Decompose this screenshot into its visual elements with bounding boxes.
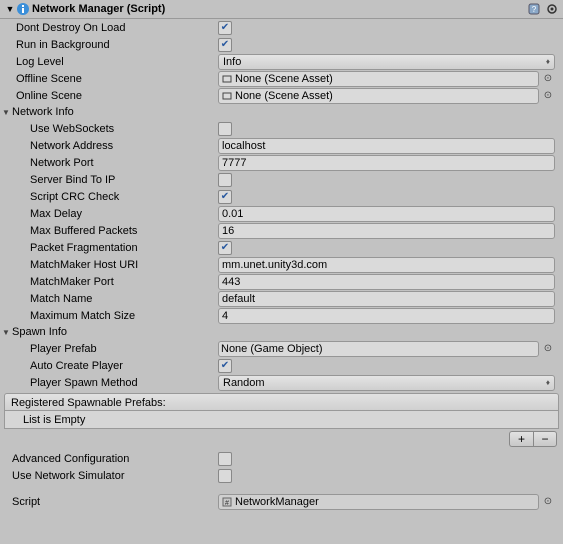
help-icon[interactable]: ?	[527, 2, 541, 16]
websockets-label: Use WebSockets	[8, 121, 218, 137]
network-info-header: Network Info	[12, 106, 74, 118]
packet-frag-label: Packet Fragmentation	[8, 240, 218, 256]
log-level-label: Log Level	[8, 54, 218, 70]
csharp-icon: #	[221, 496, 233, 508]
player-prefab-label: Player Prefab	[8, 341, 218, 357]
offline-scene-picker[interactable]: ⊙	[541, 72, 555, 86]
offline-scene-value: None (Scene Asset)	[235, 71, 333, 87]
match-name-input[interactable]	[218, 291, 555, 307]
network-address-label: Network Address	[8, 138, 218, 154]
add-prefab-button[interactable]: +	[509, 431, 533, 447]
network-port-label: Network Port	[8, 155, 218, 171]
match-name-label: Match Name	[8, 291, 218, 307]
network-info-foldout[interactable]: ▼	[2, 108, 12, 117]
svg-text:#: #	[225, 500, 229, 507]
log-level-value: Info	[223, 55, 241, 69]
chevron-down-icon: ♦	[546, 55, 550, 69]
script-field: # NetworkManager	[218, 494, 539, 510]
network-address-input[interactable]	[218, 138, 555, 154]
component-foldout[interactable]: ▼	[4, 3, 16, 15]
mm-port-label: MatchMaker Port	[8, 274, 218, 290]
advanced-config-label: Advanced Configuration	[8, 451, 218, 467]
dont-destroy-checkbox[interactable]: ✔	[218, 21, 232, 35]
packet-frag-checkbox[interactable]: ✔	[218, 241, 232, 255]
crc-check-label: Script CRC Check	[8, 189, 218, 205]
registered-prefabs-header[interactable]: Registered Spawnable Prefabs:	[4, 393, 559, 411]
script-value: NetworkManager	[235, 494, 319, 510]
offline-scene-field[interactable]: None (Scene Asset)	[218, 71, 539, 87]
dont-destroy-label: Dont Destroy On Load	[8, 20, 218, 36]
max-buffered-input[interactable]	[218, 223, 555, 239]
registered-prefabs-empty: List is Empty	[4, 411, 559, 429]
network-simulator-label: Use Network Simulator	[8, 468, 218, 484]
advanced-config-checkbox[interactable]	[218, 452, 232, 466]
run-bg-label: Run in Background	[8, 37, 218, 53]
websockets-checkbox[interactable]	[218, 122, 232, 136]
script-icon	[16, 2, 30, 16]
auto-create-checkbox[interactable]: ✔	[218, 359, 232, 373]
component-title: Network Manager (Script)	[32, 3, 527, 15]
scene-icon	[221, 73, 233, 85]
offline-scene-label: Offline Scene	[8, 71, 218, 87]
spawn-method-value: Random	[223, 376, 265, 390]
max-delay-label: Max Delay	[8, 206, 218, 222]
online-scene-picker[interactable]: ⊙	[541, 89, 555, 103]
online-scene-field[interactable]: None (Scene Asset)	[218, 88, 539, 104]
player-prefab-picker[interactable]: ⊙	[541, 342, 555, 356]
spawn-info-foldout[interactable]: ▼	[2, 328, 12, 337]
spawn-info-header: Spawn Info	[12, 326, 67, 338]
player-prefab-field[interactable]: None (Game Object)	[218, 341, 539, 357]
svg-text:?: ?	[532, 5, 537, 14]
max-delay-input[interactable]	[218, 206, 555, 222]
auto-create-label: Auto Create Player	[8, 358, 218, 374]
gear-icon[interactable]	[545, 2, 559, 16]
match-size-label: Maximum Match Size	[8, 308, 218, 324]
online-scene-label: Online Scene	[8, 88, 218, 104]
mm-port-input[interactable]	[218, 274, 555, 290]
server-bind-checkbox[interactable]	[218, 173, 232, 187]
server-bind-label: Server Bind To IP	[8, 172, 218, 188]
max-buffered-label: Max Buffered Packets	[8, 223, 218, 239]
online-scene-value: None (Scene Asset)	[235, 88, 333, 104]
player-prefab-value: None (Game Object)	[221, 341, 322, 357]
scene-icon	[221, 90, 233, 102]
crc-check-checkbox[interactable]: ✔	[218, 190, 232, 204]
match-size-input[interactable]	[218, 308, 555, 324]
spawn-method-dropdown[interactable]: Random ♦	[218, 375, 555, 391]
log-level-dropdown[interactable]: Info ♦	[218, 54, 555, 70]
remove-prefab-button[interactable]: −	[533, 431, 557, 447]
mm-host-input[interactable]	[218, 257, 555, 273]
spawn-method-label: Player Spawn Method	[8, 375, 218, 391]
network-simulator-checkbox[interactable]	[218, 469, 232, 483]
chevron-down-icon: ♦	[546, 376, 550, 390]
script-picker[interactable]: ⊙	[541, 495, 555, 509]
script-label: Script	[8, 494, 218, 510]
run-bg-checkbox[interactable]: ✔	[218, 38, 232, 52]
network-port-input[interactable]	[218, 155, 555, 171]
mm-host-label: MatchMaker Host URI	[8, 257, 218, 273]
